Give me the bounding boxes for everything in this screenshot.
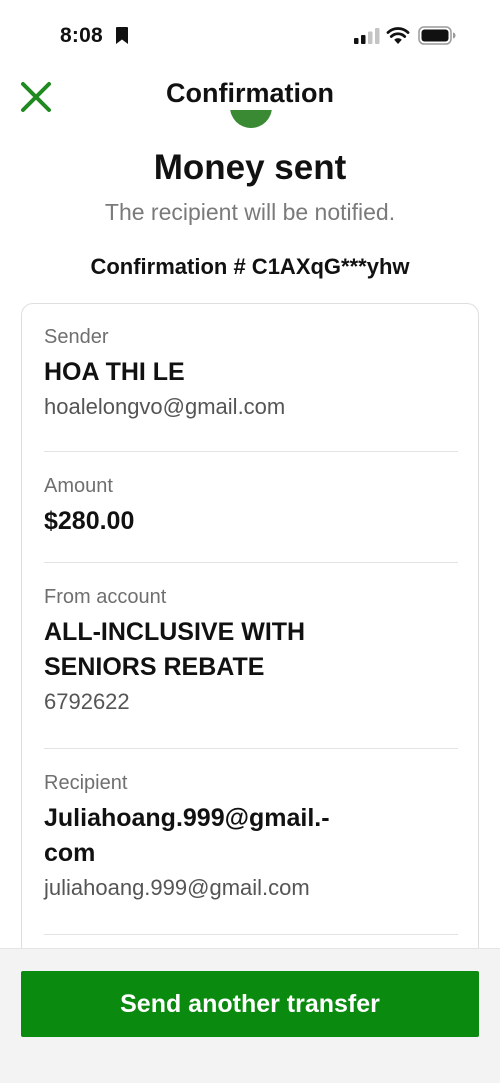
page-title: Money sent — [153, 148, 347, 187]
header-title: Confirmation — [166, 78, 334, 108]
divider — [44, 451, 458, 452]
subtitle: The recipient will be notified. — [104, 199, 396, 225]
from-account-name-line2: SENIORS REBATE — [44, 653, 265, 681]
sender-section: Sender HOA THI LE hoalelongvo@gmail.com — [44, 326, 458, 420]
sender-email: hoalelongvo@gmail.com — [44, 394, 286, 419]
recipient-name-line2: com — [44, 839, 96, 867]
status-time: 8:08 — [60, 24, 103, 47]
recipient-label: Recipient — [44, 772, 128, 794]
amount-label: Amount — [44, 475, 113, 497]
battery-icon — [418, 26, 456, 45]
divider — [44, 934, 458, 935]
bottom-action-bar: Send another transfer — [0, 948, 500, 1083]
sender-label: Sender — [44, 326, 109, 348]
amount-section: Amount $280.00 — [44, 475, 458, 539]
divider — [44, 748, 458, 749]
cellular-signal-icon — [354, 28, 380, 44]
wifi-icon — [386, 27, 410, 44]
confirmation-number: Confirmation # C1AXqG***yhw — [90, 254, 410, 279]
recipient-section: Recipient Juliahoang.999@gmail.- com jul… — [44, 772, 458, 901]
from-account-number: 6792622 — [44, 689, 130, 714]
sender-name: HOA THI LE — [44, 358, 185, 386]
transfer-details-card: Sender HOA THI LE hoalelongvo@gmail.com … — [21, 303, 479, 1003]
send-another-transfer-button[interactable]: Send another transfer — [21, 971, 479, 1037]
amount-value: $280.00 — [44, 507, 135, 535]
recipient-name-line1: Juliahoang.999@gmail.- — [44, 804, 330, 832]
from-account-label: From account — [44, 586, 167, 608]
success-check-icon — [230, 110, 272, 132]
bookmark-icon — [116, 27, 128, 44]
recipient-email: juliahoang.999@gmail.com — [44, 875, 310, 900]
divider — [44, 562, 458, 563]
status-bar: 8:08 — [0, 0, 500, 76]
from-account-section: From account ALL-INCLUSIVE WITH SENIORS … — [44, 586, 458, 715]
from-account-name-line1: ALL-INCLUSIVE WITH — [44, 618, 306, 646]
